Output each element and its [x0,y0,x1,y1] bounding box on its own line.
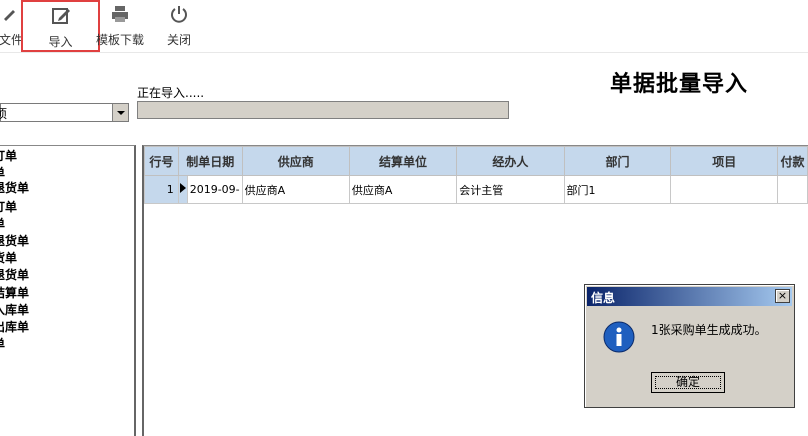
table-row[interactable]: 1 2019-09- 供应商A 供应商A 会计主管 部门1 [144,175,808,204]
list-item[interactable]: 入库单 [0,302,29,318]
close-icon[interactable]: × [775,289,790,303]
info-dialog: 信息 × 1张采购单生成成功。 确定 [584,284,795,408]
page-title: 单据批量导入 [610,71,749,97]
col-header-row-number[interactable]: 行号 [144,146,179,176]
toolbar-divider [0,52,808,53]
dialog-titlebar[interactable]: 信息 × [587,287,792,306]
list-item[interactable]: 退货单 [0,267,29,283]
bill-type-select[interactable]: 项 [0,103,129,122]
bill-type-list: 订单单退货单订单单退货单货单退货单结算单入库单出库单单 [0,145,136,436]
list-item[interactable]: 货单 [0,250,17,266]
list-item[interactable]: 单 [0,165,5,181]
cell-payment[interactable] [777,175,808,204]
template-download-label: 模板下载 [95,33,144,47]
cell-settlement[interactable]: 供应商A [348,175,458,204]
power-icon [160,3,198,25]
cell-project[interactable] [670,175,779,204]
list-item[interactable]: 单 [0,336,5,352]
toolbar: 文件 导入 模板下载 关闭 [0,0,808,52]
list-item[interactable]: 订单 [0,148,17,164]
dialog-message: 1张采购单生成成功。 [651,323,767,337]
dialog-title: 信息 [591,291,616,305]
list-item[interactable]: 结算单 [0,285,29,301]
import-status: 正在导入..... [137,86,205,100]
col-header-department[interactable]: 部门 [563,146,672,176]
cell-supplier[interactable]: 供应商A [241,175,350,204]
close-label: 关闭 [166,33,191,47]
grid-header-row: 行号 制单日期 供应商 结算单位 经办人 部门 项目 付款 [144,146,808,176]
col-header-supplier[interactable]: 供应商 [241,146,350,176]
template-download-button[interactable]: 模板下载 [90,0,150,52]
row-number: 1 [144,175,179,204]
ok-label: 确定 [675,375,700,389]
bill-type-value: 项 [0,107,8,121]
cell-handler[interactable]: 会计主管 [456,175,565,204]
import-progress-bar [137,101,509,119]
import-button[interactable]: 导入 [21,0,100,52]
list-item[interactable]: 出库单 [0,319,29,335]
col-header-payment[interactable]: 付款 [777,146,808,176]
col-header-date[interactable]: 制单日期 [177,146,243,176]
chevron-down-icon[interactable] [112,104,128,121]
col-header-settlement[interactable]: 结算单位 [348,146,458,176]
ok-button[interactable]: 确定 [651,372,725,393]
cell-date[interactable]: 2019-09- [186,175,243,204]
import-label: 导入 [48,35,73,49]
list-item[interactable]: 订单 [0,199,17,215]
cell-department[interactable]: 部门1 [563,175,672,204]
row-pointer-icon [179,183,186,193]
col-header-project[interactable]: 项目 [670,146,779,176]
col-header-handler[interactable]: 经办人 [456,146,565,176]
edit-icon [23,5,98,27]
list-item[interactable]: 退货单 [0,180,29,196]
close-button[interactable]: 关闭 [160,0,198,52]
row-indicator [177,175,188,204]
info-icon [603,321,635,353]
printer-icon [90,3,150,25]
list-item[interactable]: 退货单 [0,233,29,249]
list-item[interactable]: 单 [0,216,5,232]
